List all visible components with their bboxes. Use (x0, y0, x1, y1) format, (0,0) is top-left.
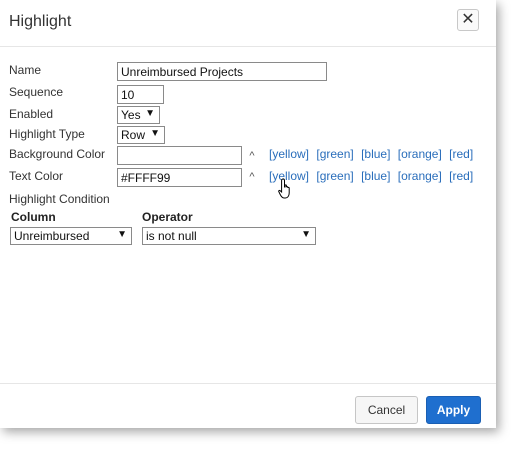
text-color-blue-link[interactable]: [blue] (361, 169, 390, 183)
operator-select-value: is not null (146, 229, 197, 243)
footer-divider (0, 383, 496, 384)
bg-color-green-link[interactable]: [green] (316, 147, 353, 161)
operator-header: Operator (142, 210, 193, 224)
background-color-options: [yellow] [green] [blue] [orange] [red] (269, 147, 477, 161)
enabled-select-value: Yes (121, 108, 141, 122)
bg-color-blue-link[interactable]: [blue] (361, 147, 390, 161)
close-button[interactable]: ✕ (457, 9, 479, 31)
hand-pointer-icon (278, 178, 290, 199)
chevron-down-icon: ▼ (150, 128, 160, 139)
column-header: Column (11, 210, 56, 224)
highlight-type-select-value: Row (121, 128, 146, 142)
dialog-title: Highlight (9, 13, 72, 30)
enabled-select[interactable]: Yes ▼ (117, 106, 160, 124)
text-color-green-link[interactable]: [green] (316, 169, 353, 183)
sequence-field[interactable] (117, 85, 164, 104)
bg-color-orange-link[interactable]: [orange] (398, 147, 442, 161)
column-select[interactable]: Unreimbursed ▼ (10, 227, 132, 245)
dialog-titlebar: Highlight ✕ (0, 0, 496, 47)
background-color-field[interactable] (117, 146, 242, 165)
name-field[interactable] (117, 62, 327, 81)
name-label: Name (9, 63, 42, 77)
background-color-label: Background Color (9, 147, 106, 161)
apply-button[interactable]: Apply (426, 396, 481, 424)
bg-color-yellow-link[interactable]: [yellow] (269, 147, 309, 161)
text-color-label: Text Color (9, 169, 64, 183)
color-picker-icon[interactable]: ^ (245, 149, 259, 163)
highlight-type-select[interactable]: Row ▼ (117, 126, 165, 144)
text-color-orange-link[interactable]: [orange] (398, 169, 442, 183)
text-color-red-link[interactable]: [red] (449, 169, 473, 183)
chevron-down-icon: ▼ (117, 229, 127, 240)
sequence-label: Sequence (9, 85, 64, 99)
cancel-button[interactable]: Cancel (355, 396, 418, 424)
column-select-value: Unreimbursed (14, 229, 90, 243)
enabled-label: Enabled (9, 107, 54, 121)
text-color-options: [yellow] [green] [blue] [orange] [red] (269, 169, 477, 183)
bg-color-red-link[interactable]: [red] (449, 147, 473, 161)
highlight-type-label: Highlight Type (9, 127, 85, 141)
operator-select[interactable]: is not null ▼ (142, 227, 316, 245)
chevron-down-icon: ▼ (301, 229, 311, 240)
chevron-down-icon: ▼ (145, 108, 155, 119)
highlight-dialog: Highlight ✕ Name Sequence Enabled Yes ▼ … (0, 0, 496, 428)
text-color-field[interactable] (117, 168, 242, 187)
color-picker-icon[interactable]: ^ (245, 170, 259, 184)
highlight-condition-label: Highlight Condition (9, 192, 110, 206)
close-icon: ✕ (461, 11, 475, 28)
